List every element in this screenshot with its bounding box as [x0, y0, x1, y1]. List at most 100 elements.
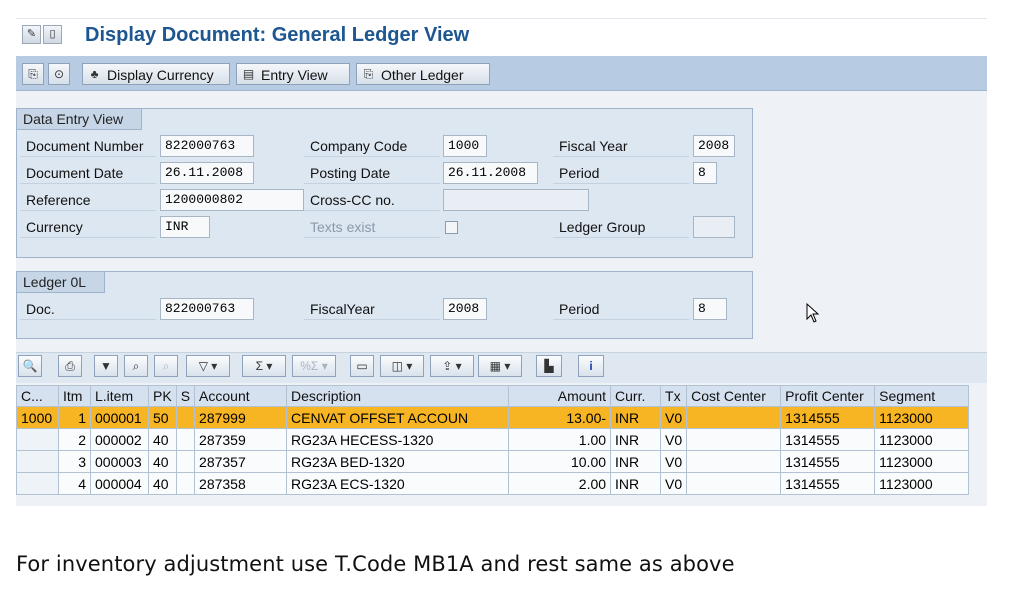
col-header-profit-center[interactable]: Profit Center: [780, 385, 876, 407]
cell-tax[interactable]: V0: [660, 406, 688, 429]
period-field[interactable]: 8: [693, 162, 717, 184]
document-date-field[interactable]: 26.11.2008: [160, 162, 254, 184]
cell-company-code[interactable]: 1000: [16, 406, 59, 429]
cell-item[interactable]: 3: [58, 450, 91, 473]
cell-posting-key[interactable]: 40: [148, 450, 177, 473]
cell-company-code[interactable]: [16, 428, 59, 451]
texts-exist-checkbox[interactable]: [445, 221, 458, 234]
table-row[interactable]: 4 000004 40 287358 RG23A ECS-1320 2.00 INR V0 13…: [16, 472, 970, 495]
cell-description[interactable]: RG23A BED-1320: [286, 450, 510, 473]
cell-currency[interactable]: INR: [610, 428, 662, 451]
export-icon[interactable]: ⇪ ▾: [430, 355, 474, 377]
col-header-segment[interactable]: Segment: [874, 385, 970, 407]
cell-account[interactable]: 287999: [194, 406, 288, 429]
cell-currency[interactable]: INR: [610, 472, 662, 495]
display-change-icon[interactable]: ⎘: [22, 63, 44, 85]
cell-item[interactable]: 2: [58, 428, 91, 451]
cell-item[interactable]: 4: [58, 472, 91, 495]
cell-s[interactable]: [175, 406, 196, 429]
cell-s[interactable]: [175, 450, 196, 473]
cell-description[interactable]: CENVAT OFFSET ACCOUN: [286, 406, 510, 429]
col-header-tax[interactable]: Tx: [660, 385, 688, 407]
cell-currency[interactable]: INR: [610, 450, 662, 473]
abc-analysis-icon[interactable]: ▙: [536, 355, 562, 377]
details-icon[interactable]: 🔍: [18, 355, 42, 377]
cell-cost-center[interactable]: [686, 428, 782, 451]
cell-company-code[interactable]: [16, 450, 59, 473]
currency-field[interactable]: INR: [160, 216, 210, 238]
cell-tax[interactable]: V0: [660, 428, 688, 451]
cell-line-item[interactable]: 000001: [90, 406, 149, 429]
cell-profit-center[interactable]: 1314555: [780, 472, 876, 495]
col-header-cost-center[interactable]: Cost Center: [686, 385, 782, 407]
cell-tax[interactable]: V0: [660, 472, 688, 495]
cell-tax[interactable]: V0: [660, 450, 688, 473]
cell-segment[interactable]: 1123000: [874, 428, 970, 451]
cross-cc-field[interactable]: [443, 189, 589, 211]
cell-profit-center[interactable]: 1314555: [780, 450, 876, 473]
cell-posting-key[interactable]: 50: [148, 406, 177, 429]
cell-segment[interactable]: 1123000: [874, 472, 970, 495]
other-ledger-button[interactable]: ⎘ Other Ledger: [356, 63, 490, 85]
col-header-currency[interactable]: Curr.: [610, 385, 662, 407]
col-header-company-code[interactable]: C...: [16, 385, 59, 407]
cell-profit-center[interactable]: 1314555: [780, 406, 876, 429]
cell-account[interactable]: 287357: [194, 450, 288, 473]
cell-company-code[interactable]: [16, 472, 59, 495]
table-row[interactable]: 3 000003 40 287357 RG23A BED-1320 10.00 INR V0 1…: [16, 450, 970, 473]
cell-line-item[interactable]: 000004: [90, 472, 149, 495]
cell-line-item[interactable]: 000002: [90, 428, 149, 451]
find-next-icon[interactable]: ⌕: [154, 355, 178, 377]
cell-posting-key[interactable]: 40: [148, 472, 177, 495]
cell-line-item[interactable]: 000003: [90, 450, 149, 473]
print-icon[interactable]: ⎙: [58, 355, 82, 377]
cell-item[interactable]: 1: [58, 406, 91, 429]
col-header-s[interactable]: S: [175, 385, 196, 407]
cell-s[interactable]: [175, 472, 196, 495]
col-header-account[interactable]: Account: [194, 385, 288, 407]
col-header-amount[interactable]: Amount: [508, 385, 612, 407]
reference-field[interactable]: 1200000802: [160, 189, 304, 211]
document-number-field[interactable]: 822000763: [160, 135, 254, 157]
cell-account[interactable]: 287358: [194, 472, 288, 495]
cell-profit-center[interactable]: 1314555: [780, 428, 876, 451]
cell-amount[interactable]: 1.00: [508, 428, 612, 451]
col-header-item[interactable]: Itm: [58, 385, 91, 407]
cell-description[interactable]: RG23A HECESS-1320: [286, 428, 510, 451]
cell-currency[interactable]: INR: [610, 406, 662, 429]
filter-icon[interactable]: ▼: [94, 355, 118, 377]
cell-amount[interactable]: 2.00: [508, 472, 612, 495]
sum-icon[interactable]: Σ ▾: [242, 355, 286, 377]
ledger-period-field[interactable]: 8: [693, 298, 727, 320]
table-row[interactable]: 2 000002 40 287359 RG23A HECESS-1320 1.00 INR V…: [16, 428, 970, 451]
cell-s[interactable]: [175, 428, 196, 451]
cell-cost-center[interactable]: [686, 472, 782, 495]
fiscal-year-field[interactable]: 2008: [693, 135, 735, 157]
cell-amount[interactable]: 10.00: [508, 450, 612, 473]
set-filter-icon[interactable]: ▽ ▾: [186, 355, 230, 377]
overview-icon[interactable]: ⊙: [48, 63, 70, 85]
info-icon[interactable]: i: [578, 355, 604, 377]
cell-description[interactable]: RG23A ECS-1320: [286, 472, 510, 495]
company-code-field[interactable]: 1000: [443, 135, 487, 157]
choose-layout-icon[interactable]: ▦ ▾: [478, 355, 522, 377]
entry-view-button[interactable]: ▤ Entry View: [236, 63, 350, 85]
display-currency-button[interactable]: ♣ Display Currency: [82, 63, 230, 85]
system-menu-icon[interactable]: ✎: [22, 25, 41, 44]
col-header-description[interactable]: Description: [286, 385, 510, 407]
cell-cost-center[interactable]: [686, 450, 782, 473]
ledger-group-field[interactable]: [693, 216, 735, 238]
cell-cost-center[interactable]: [686, 406, 782, 429]
ledger-fiscal-year-field[interactable]: 2008: [443, 298, 487, 320]
find-icon[interactable]: ⌕: [124, 355, 148, 377]
cell-segment[interactable]: 1123000: [874, 406, 970, 429]
cell-amount[interactable]: 13.00-: [508, 406, 612, 429]
window-menu-icon[interactable]: ▯: [43, 25, 62, 44]
col-header-line-item[interactable]: L.item: [90, 385, 149, 407]
layout-icon[interactable]: ▭: [350, 355, 374, 377]
col-header-posting-key[interactable]: PK: [148, 385, 177, 407]
posting-date-field[interactable]: 26.11.2008: [443, 162, 538, 184]
cell-posting-key[interactable]: 40: [148, 428, 177, 451]
cell-account[interactable]: 287359: [194, 428, 288, 451]
views-icon[interactable]: ◫ ▾: [380, 355, 424, 377]
